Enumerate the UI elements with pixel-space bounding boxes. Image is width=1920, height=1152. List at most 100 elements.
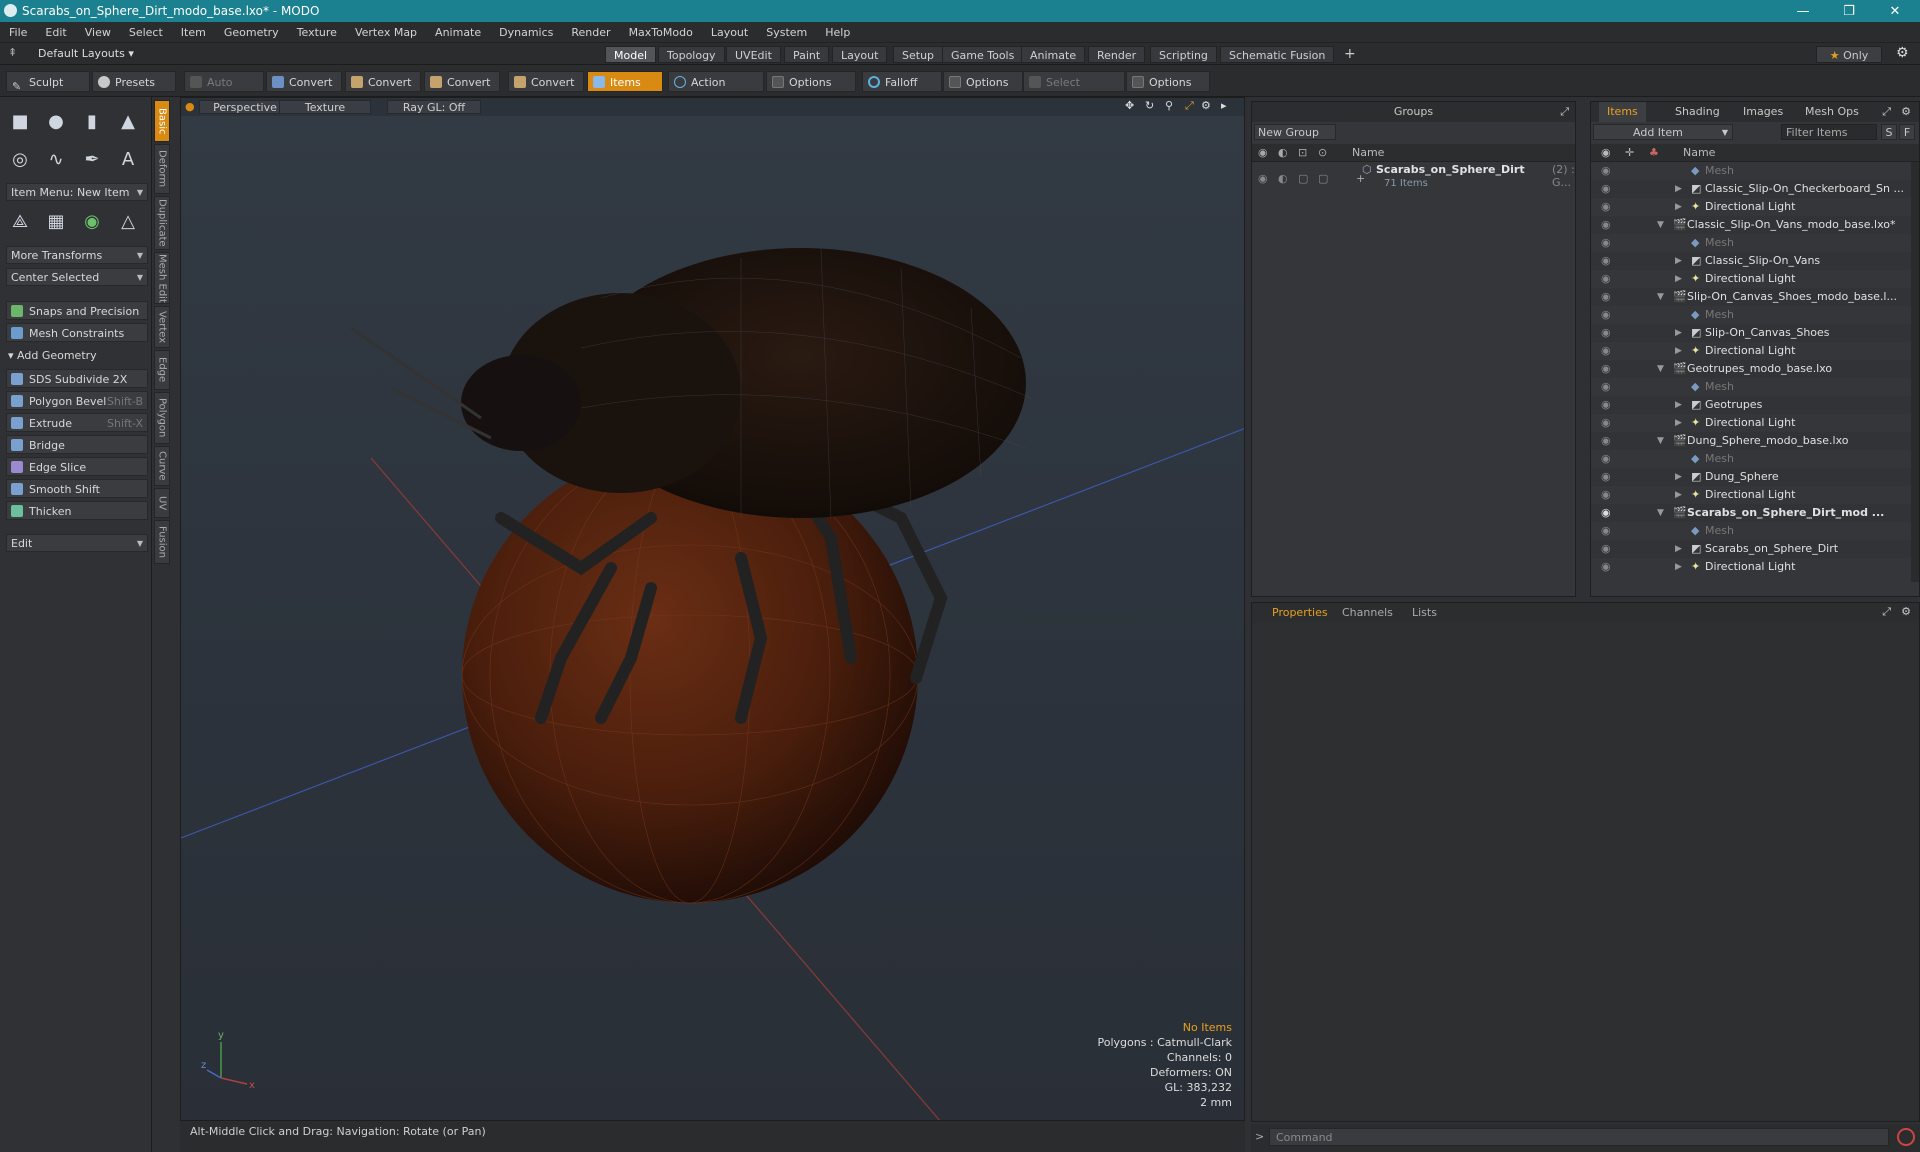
item-row[interactable]: ◉ ▶ ✦ Directional Light xyxy=(1591,270,1911,288)
vtab-polygon[interactable]: Polygon xyxy=(154,392,170,444)
visibility-icon[interactable]: ◉ xyxy=(1601,378,1611,396)
item-row[interactable]: ◉ ◆ Mesh xyxy=(1591,234,1911,252)
panel-settings-icon[interactable]: ⚙ xyxy=(1901,605,1911,618)
item-row[interactable]: ◉ ▶ ◩ Dung_Sphere xyxy=(1591,468,1911,486)
expand-arrow-icon[interactable]: ▶ xyxy=(1675,540,1682,558)
item-row[interactable]: ◉ ▶ ✦ Directional Light xyxy=(1591,414,1911,432)
tab-mesh-ops[interactable]: Mesh Ops xyxy=(1797,102,1867,122)
expand-arrow-icon[interactable]: ▶ xyxy=(1675,324,1682,342)
item-row[interactable]: ◉ ▼ 🎬 Geotrupes_modo_base.lxo xyxy=(1591,360,1911,378)
visibility-icon[interactable]: ◉ xyxy=(1601,504,1611,522)
visibility-icon[interactable]: ◉ xyxy=(1601,396,1611,414)
vtab-curve[interactable]: Curve xyxy=(154,446,170,486)
visibility-icon[interactable]: ◉ xyxy=(1601,558,1611,576)
lock-icon[interactable]: ▢ xyxy=(1298,172,1308,185)
command-input[interactable]: Command xyxy=(1269,1128,1889,1146)
smooth-shift-button[interactable]: Smooth Shift xyxy=(6,479,148,498)
tab-shading[interactable]: Shading xyxy=(1667,102,1728,122)
visibility-icon[interactable]: ◉ xyxy=(1601,540,1611,558)
tab-items[interactable]: Items xyxy=(1599,102,1646,122)
item-row[interactable]: ◉ ◆ Mesh xyxy=(1591,162,1911,180)
filter-s-button[interactable]: S xyxy=(1881,124,1897,140)
expand-arrow-icon[interactable]: ▶ xyxy=(1675,270,1682,288)
pen-tool-icon[interactable]: ✒ xyxy=(78,145,106,173)
menu-maxtomodo[interactable]: MaxToModo xyxy=(620,26,702,39)
tab-render[interactable]: Render xyxy=(1088,46,1146,63)
select-icon[interactable]: ⊙ xyxy=(1318,146,1327,159)
visibility-icon[interactable]: ◉ xyxy=(1601,360,1611,378)
item-row[interactable]: ◉ ▼ 🎬 Slip-On_Canvas_Shoes_modo_base.l... xyxy=(1591,288,1911,306)
3d-viewport[interactable]: ● Perspective Texture Ray GL: Off ✥ ↻ ⚲ … xyxy=(180,97,1245,1121)
center-selected-dropdown[interactable]: Center Selected xyxy=(6,268,148,287)
visibility-icon[interactable]: ◉ xyxy=(1601,414,1611,432)
item-row[interactable]: ◉ ◆ Mesh xyxy=(1591,378,1911,396)
bridge-button[interactable]: Bridge xyxy=(6,435,148,454)
visibility-icon[interactable]: ◉ xyxy=(1601,252,1611,270)
visibility-icon[interactable]: ◉ xyxy=(1601,450,1611,468)
menu-edit[interactable]: Edit xyxy=(36,26,75,39)
expand-arrow-icon[interactable]: ▶ xyxy=(1675,486,1682,504)
expand-arrow-icon[interactable]: ▶ xyxy=(1675,468,1682,486)
pyramid-icon[interactable]: △ xyxy=(114,207,142,235)
options-button-3[interactable]: Options xyxy=(1126,71,1210,92)
expand-arrow-icon[interactable]: ▶ xyxy=(1675,396,1682,414)
expand-icon[interactable]: ⤢ xyxy=(1882,605,1891,619)
sds-subdivide-button[interactable]: SDS Subdivide 2X xyxy=(6,369,148,388)
collapse-arrow-icon[interactable]: ▼ xyxy=(1657,432,1664,450)
render-icon[interactable]: ◐ xyxy=(1278,172,1288,185)
expand-arrow-icon[interactable]: ▶ xyxy=(1675,414,1682,432)
vtab-mesh-edit[interactable]: Mesh Edit xyxy=(154,252,170,304)
cylinder-icon[interactable]: ▮ xyxy=(78,107,106,135)
item-row[interactable]: ◉ ◆ Mesh xyxy=(1591,522,1911,540)
visibility-icon[interactable]: ◉ xyxy=(1601,306,1611,324)
menu-layout[interactable]: Layout xyxy=(702,26,757,39)
expand-arrow-icon[interactable]: ▶ xyxy=(1675,198,1682,216)
item-row[interactable]: ◉ ▶ ✦ Directional Light xyxy=(1591,198,1911,216)
render-icon[interactable]: ◐ xyxy=(1278,146,1288,159)
add-item-button[interactable]: Add Item ▼ xyxy=(1593,124,1733,140)
action-center-button[interactable]: Action Center xyxy=(668,71,764,110)
tab-uvedit[interactable]: UVEdit xyxy=(726,46,781,63)
expand-arrow-icon[interactable]: ▶ xyxy=(1675,252,1682,270)
select-icon[interactable]: ▢ xyxy=(1318,172,1328,185)
vtab-vertex[interactable]: Vertex xyxy=(154,306,170,348)
filter-f-button[interactable]: F xyxy=(1899,124,1915,140)
minimize-icon[interactable]: — xyxy=(1780,0,1826,22)
item-row[interactable]: ◉ ▶ ✦ Directional Light xyxy=(1591,342,1911,360)
close-icon[interactable]: ✕ xyxy=(1872,0,1918,22)
item-row[interactable]: ◉ ▶ ✦ Directional Light xyxy=(1591,486,1911,504)
visibility-icon[interactable]: ◉ xyxy=(1601,432,1611,450)
menu-texture[interactable]: Texture xyxy=(288,26,346,39)
collapse-arrow-icon[interactable]: ▼ xyxy=(1657,216,1664,234)
menu-view[interactable]: View xyxy=(76,26,120,39)
visibility-icon[interactable]: ◉ xyxy=(1601,342,1611,360)
expand-arrow-icon[interactable]: ▶ xyxy=(1675,180,1682,198)
options-button-2[interactable]: Options xyxy=(943,71,1023,92)
only-toggle[interactable]: ★ Only xyxy=(1816,46,1882,63)
mesh-constraints-button[interactable]: Mesh Constraints xyxy=(6,323,148,342)
capsule-icon[interactable]: ∿ xyxy=(42,145,70,173)
select-through-button[interactable]: Select Through xyxy=(1023,71,1125,110)
visibility-icon[interactable]: ◉ xyxy=(1258,172,1268,185)
gear-icon[interactable]: ⚙ xyxy=(1896,45,1909,61)
visibility-icon[interactable]: ◉ xyxy=(1601,216,1611,234)
edge-slice-button[interactable]: Edge Slice xyxy=(6,457,148,476)
tab-setup[interactable]: Setup xyxy=(893,46,944,63)
tab-schematic-fusion[interactable]: Schematic Fusion xyxy=(1220,46,1335,63)
tab-model[interactable]: Model xyxy=(605,46,657,63)
convert-button-2[interactable]: Convert xyxy=(345,71,421,92)
expand-arrow-icon[interactable]: ▶ xyxy=(1675,342,1682,360)
item-row[interactable]: ◉ ▶ ◩ Slip-On_Canvas_Shoes xyxy=(1591,324,1911,342)
add-tab-icon[interactable]: + xyxy=(1344,46,1356,62)
item-row[interactable]: ◉ ◆ Mesh xyxy=(1591,450,1911,468)
default-layouts-dropdown[interactable]: Default Layouts ▾ xyxy=(38,47,134,60)
item-row[interactable]: ◉ ▶ ✦ Directional Light xyxy=(1591,558,1911,576)
visibility-icon[interactable]: ◉ xyxy=(1258,146,1268,159)
auto-select-button[interactable]: Auto Select xyxy=(184,71,264,110)
menu-file[interactable]: File xyxy=(0,26,36,39)
menu-dynamics[interactable]: Dynamics xyxy=(490,26,562,39)
items-mode-button[interactable]: Items xyxy=(587,71,663,92)
item-row[interactable]: ◉ ▼ 🎬 Classic_Slip-On_Vans_modo_base.lxo* xyxy=(1591,216,1911,234)
sphere-icon[interactable]: ● xyxy=(42,107,70,135)
globe-icon[interactable]: ◉ xyxy=(78,207,106,235)
